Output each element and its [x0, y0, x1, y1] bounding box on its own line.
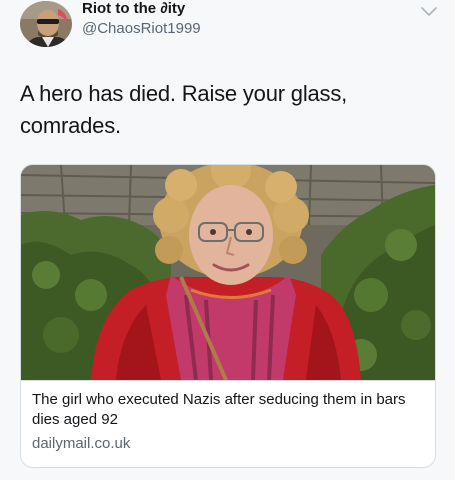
- article-photo-icon: [21, 165, 435, 381]
- tweet: Riot to the ∂ity @ChaosRiot1999 A hero h…: [0, 0, 455, 480]
- tweet-text: A hero has died. Raise your glass, comra…: [20, 81, 348, 138]
- chevron-down-icon[interactable]: [420, 4, 438, 18]
- card-title[interactable]: The girl who executed Nazis after seduci…: [32, 390, 427, 430]
- handle[interactable]: @ChaosRiot1999: [82, 20, 201, 37]
- avatar[interactable]: [20, 1, 72, 47]
- display-name[interactable]: Riot to the ∂ity: [82, 0, 185, 17]
- avatar-photo-icon: [20, 1, 72, 47]
- card-domain[interactable]: dailymail.co.uk: [32, 435, 130, 452]
- link-card[interactable]: The girl who executed Nazis after seduci…: [20, 164, 436, 468]
